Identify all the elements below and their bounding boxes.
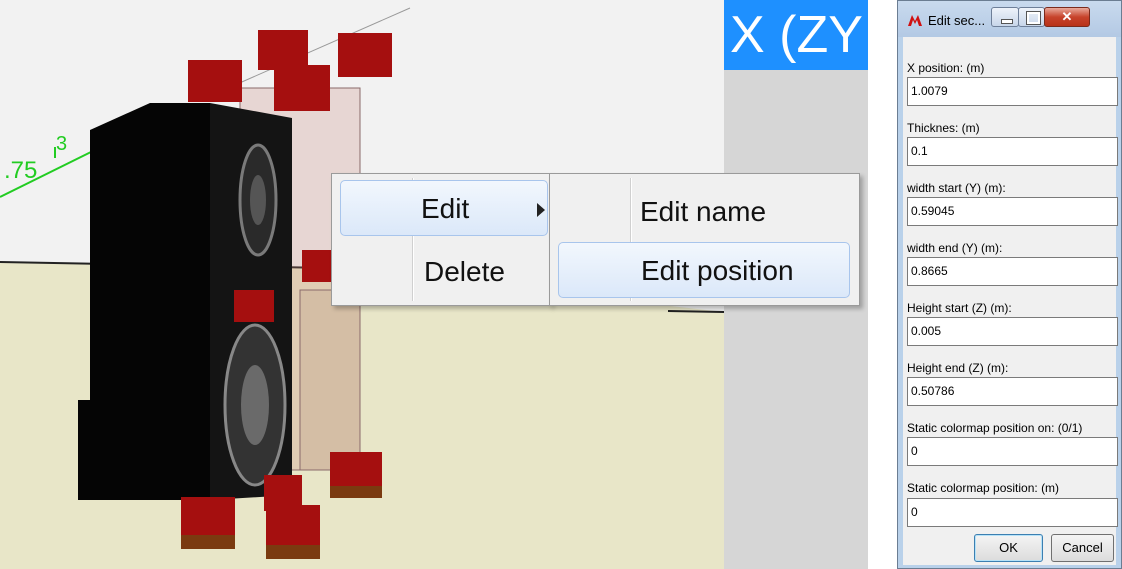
speaker-cabinet [90, 103, 210, 500]
minimize-icon [1001, 19, 1013, 24]
floor-edge-line-right [667, 310, 724, 313]
height-end-label: Height end (Z) (m): [907, 361, 1009, 375]
view-label-tab[interactable]: X (ZY [724, 0, 868, 70]
maximize-button[interactable] [1018, 7, 1045, 27]
x-position-field[interactable]: 1.0079 [907, 77, 1118, 106]
close-button[interactable]: ✕ [1044, 7, 1090, 27]
static-colormap-position-field[interactable]: 0 [907, 498, 1118, 527]
thickness-label: Thicknes: (m) [907, 121, 980, 135]
cancel-button[interactable]: Cancel [1051, 534, 1114, 562]
width-start-field[interactable]: 0.59045 [907, 197, 1118, 226]
height-start-label: Height start (Z) (m): [907, 301, 1012, 315]
dialog-body: X position: (m) 1.0079 Thicknes: (m) 0.1… [903, 37, 1118, 565]
height-end-field[interactable]: 0.50786 [907, 377, 1118, 406]
menu-item-label: Delete [424, 256, 505, 287]
width-start-label: width start (Y) (m): [907, 181, 1006, 195]
submenu: Edit name Edit position [549, 173, 860, 306]
menu-item-edit-position[interactable]: Edit position [558, 242, 850, 298]
close-icon: ✕ [1061, 9, 1073, 24]
maximize-icon [1026, 11, 1041, 25]
context-menu: Edit Delete [331, 173, 551, 306]
width-end-label: width end (Y) (m): [907, 241, 1003, 255]
x-position-label: X position: (m) [907, 61, 985, 75]
ok-button[interactable]: OK [974, 534, 1043, 562]
static-colormap-on-field[interactable]: 0 [907, 437, 1118, 466]
app-logo-icon [908, 15, 922, 26]
view-panel-background [724, 70, 868, 569]
width-end-field[interactable]: 0.8665 [907, 257, 1118, 286]
menu-item-label: Edit [421, 193, 470, 224]
static-colormap-position-label: Static colormap position: (m) [907, 481, 1060, 495]
static-colormap-on-label: Static colormap position on: (0/1) [907, 421, 1083, 435]
menu-item-delete[interactable]: Delete [340, 244, 548, 300]
menu-item-edit-name[interactable]: Edit name [558, 184, 850, 240]
dialog-title: Edit sec... [928, 13, 986, 28]
menu-item-label: Edit name [640, 196, 767, 227]
menu-item-label: Edit position [641, 255, 794, 286]
height-start-field[interactable]: 0.005 [907, 317, 1118, 346]
submenu-arrow-icon [537, 203, 545, 217]
edit-section-dialog: Edit sec... ✕ X position: (m) 1.0079 Thi… [897, 0, 1122, 569]
dialog-titlebar[interactable]: Edit sec... ✕ [898, 1, 1121, 37]
minimize-button[interactable] [991, 7, 1019, 27]
axis-tick-label: 3 [56, 133, 67, 155]
axis-tick-label: .75 [4, 157, 37, 184]
menu-item-edit[interactable]: Edit [340, 180, 548, 236]
thickness-field[interactable]: 0.1 [907, 137, 1118, 166]
